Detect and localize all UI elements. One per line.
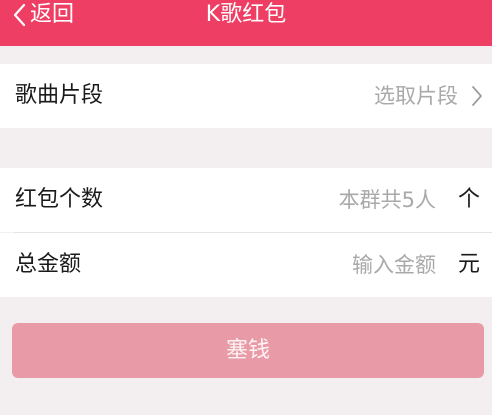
- page: 返回 K歌红包 歌曲片段 选取片段 红包个数 本群共5人 个 总金额 输入金额 …: [0, 0, 492, 415]
- page-title: K歌红包: [205, 2, 287, 27]
- packet-count-input[interactable]: 本群共5人: [339, 168, 436, 232]
- packet-count-unit: 个: [457, 187, 480, 212]
- total-amount-row: 总金额 输入金额 元: [0, 233, 492, 297]
- total-amount-label: 总金额: [15, 252, 82, 277]
- total-amount-input[interactable]: 输入金额: [352, 233, 436, 297]
- chevron-right-icon: [471, 85, 483, 111]
- nav-bar: 返回 K歌红包: [0, 0, 492, 46]
- song-clip-row[interactable]: 歌曲片段 选取片段: [0, 64, 492, 128]
- song-clip-value: 选取片段: [374, 84, 458, 108]
- packet-count-row: 红包个数 本群共5人 个: [0, 168, 492, 232]
- submit-button[interactable]: 塞钱: [12, 323, 484, 378]
- total-amount-unit: 元: [457, 252, 480, 277]
- song-clip-label: 歌曲片段: [15, 83, 104, 108]
- packet-count-label: 红包个数: [15, 187, 104, 212]
